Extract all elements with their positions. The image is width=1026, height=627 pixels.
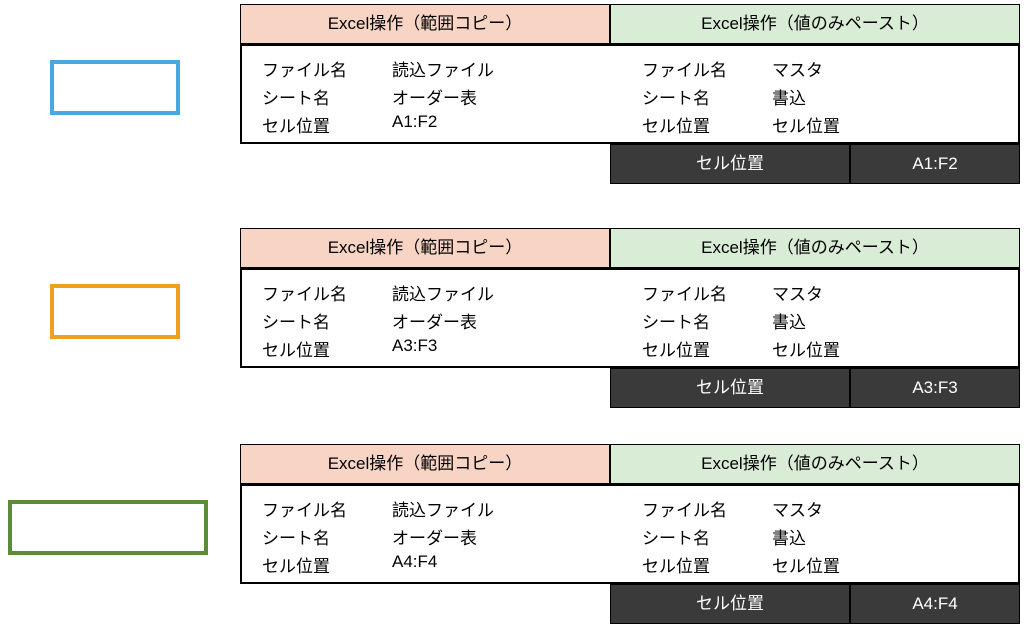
paste1-cell-value: セル位置: [772, 112, 840, 137]
paste3-cell-value: セル位置: [772, 552, 840, 577]
copy3-file-value: 読込ファイル: [392, 496, 494, 521]
panel-3: ファイル名 読込ファイル シート名 オーダー表 セル位置 A4:F4 ファイル名…: [240, 484, 1020, 584]
copy1-sheet-value: オーダー表: [392, 84, 477, 109]
color-chip-1: [50, 60, 180, 115]
panel-1: ファイル名 読込ファイル シート名 オーダー表 セル位置 A1:F2 ファイル名…: [240, 44, 1020, 144]
copy3-sheet-value: オーダー表: [392, 524, 477, 549]
paste2-file-label: ファイル名: [642, 280, 727, 305]
copy2-sheet-value: オーダー表: [392, 308, 477, 333]
panel-2: ファイル名 読込ファイル シート名 オーダー表 セル位置 A3:F3 ファイル名…: [240, 268, 1020, 368]
paste1-file-label: ファイル名: [642, 56, 727, 81]
copy2-file-label: ファイル名: [262, 280, 347, 305]
color-chip-2: [50, 284, 180, 339]
paste3-sheet-label: シート名: [642, 524, 710, 549]
param-name-1: セル位置: [610, 144, 850, 184]
color-chip-3: [8, 500, 208, 555]
paste2-sheet-value: 書込: [772, 308, 806, 333]
header-paste-2: Excel操作（値のみペースト）: [610, 228, 1020, 268]
copy2-sheet-label: シート名: [262, 308, 330, 333]
paste3-file-value: マスタ: [772, 496, 823, 521]
paste1-sheet-label: シート名: [642, 84, 710, 109]
paste2-cell-label: セル位置: [642, 336, 710, 361]
paste3-file-label: ファイル名: [642, 496, 727, 521]
paste1-sheet-value: 書込: [772, 84, 806, 109]
copy2-cell-label: セル位置: [262, 336, 330, 361]
copy1-file-value: 読込ファイル: [392, 56, 494, 81]
copy2-file-value: 読込ファイル: [392, 280, 494, 305]
copy2-cell-value: A3:F3: [392, 336, 437, 356]
copy1-sheet-label: シート名: [262, 84, 330, 109]
paste2-cell-value: セル位置: [772, 336, 840, 361]
param-value-1: A1:F2: [850, 144, 1020, 184]
copy3-cell-label: セル位置: [262, 552, 330, 577]
paste1-cell-label: セル位置: [642, 112, 710, 137]
paste2-file-value: マスタ: [772, 280, 823, 305]
param-name-3: セル位置: [610, 584, 850, 624]
copy1-cell-label: セル位置: [262, 112, 330, 137]
copy1-cell-value: A1:F2: [392, 112, 437, 132]
header-paste-3: Excel操作（値のみペースト）: [610, 444, 1020, 484]
copy3-sheet-label: シート名: [262, 524, 330, 549]
header-paste-1: Excel操作（値のみペースト）: [610, 4, 1020, 44]
paste3-cell-label: セル位置: [642, 552, 710, 577]
copy3-cell-value: A4:F4: [392, 552, 437, 572]
param-value-3: A4:F4: [850, 584, 1020, 624]
param-value-2: A3:F3: [850, 368, 1020, 408]
paste3-sheet-value: 書込: [772, 524, 806, 549]
header-copy-1: Excel操作（範囲コピー）: [240, 4, 610, 44]
header-copy-3: Excel操作（範囲コピー）: [240, 444, 610, 484]
header-copy-2: Excel操作（範囲コピー）: [240, 228, 610, 268]
paste2-sheet-label: シート名: [642, 308, 710, 333]
param-name-2: セル位置: [610, 368, 850, 408]
copy3-file-label: ファイル名: [262, 496, 347, 521]
paste1-file-value: マスタ: [772, 56, 823, 81]
copy1-file-label: ファイル名: [262, 56, 347, 81]
